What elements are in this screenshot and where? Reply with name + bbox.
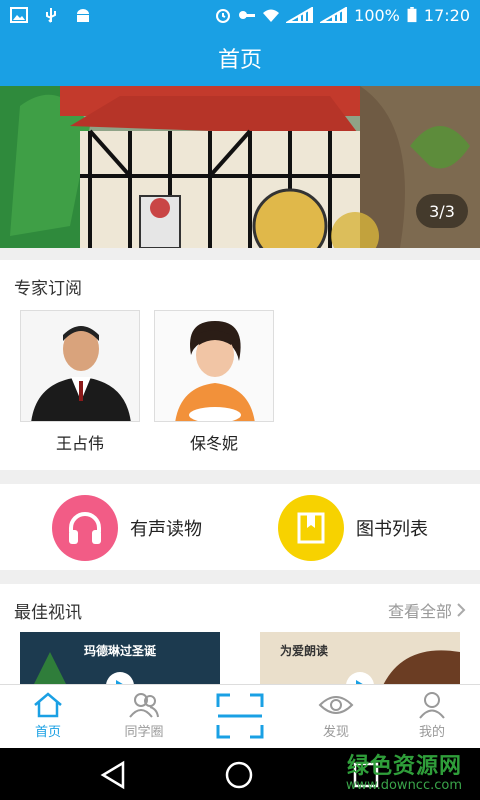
bottom-nav: 首页 同学圈 发现 我的 [0, 684, 480, 748]
expert-section: 专家订阅 王占伟 保冬妮 [0, 260, 480, 470]
signal-icon [320, 7, 348, 23]
usb-icon [46, 8, 56, 23]
video-thumbnail[interactable]: 为爱朗读 [260, 632, 460, 684]
scan-icon [216, 693, 264, 739]
page-title: 首页 [217, 48, 262, 73]
nav-home[interactable]: 首页 [0, 685, 96, 749]
wifi-icon [263, 9, 280, 22]
book-list-entry[interactable]: 图书列表 [278, 495, 428, 561]
view-all-link[interactable]: 查看全部 [388, 598, 466, 622]
banner-carousel[interactable]: 3/3 [0, 86, 480, 248]
title-bar: 首页 [0, 30, 480, 86]
back-icon[interactable] [98, 760, 128, 790]
home-icon [34, 692, 62, 718]
watermark-title: 绿色资源网 [346, 754, 462, 779]
video-thumbnail[interactable]: 玛德琳过圣诞 [20, 632, 220, 684]
battery-icon [407, 7, 417, 23]
expert-section-title: 专家订阅 [14, 279, 82, 299]
nav-classmates[interactable]: 同学圈 [96, 685, 192, 749]
signal-icon [286, 7, 314, 23]
expert-card[interactable]: 保冬妮 [154, 310, 274, 454]
expert-card[interactable]: 王占伟 [20, 310, 140, 454]
headphones-icon [52, 495, 118, 561]
nav-discover[interactable]: 发现 [288, 685, 384, 749]
nav-mine-label: 我的 [418, 725, 445, 740]
book-icon [278, 495, 344, 561]
news-section-title: 最佳视讯 [14, 603, 82, 623]
alarm-icon [216, 9, 231, 23]
audio-books-label: 有声读物 [130, 519, 202, 540]
news-section: 最佳视讯 查看全部 玛德琳过圣诞 为爱朗读 [0, 584, 480, 684]
nav-scan[interactable] [192, 685, 288, 749]
android-icon [77, 9, 89, 22]
status-bar: 100% 17:20 [0, 0, 480, 30]
book-list-label: 图书列表 [356, 519, 428, 540]
system-nav-bar: 绿色资源网 www.downcc.com [0, 748, 480, 800]
battery-text: 100% [354, 5, 400, 25]
user-icon [419, 692, 445, 719]
eye-icon [318, 696, 354, 714]
expert-avatar [20, 310, 140, 422]
carousel-pager: 3/3 [416, 194, 468, 228]
gallery-icon [10, 7, 28, 23]
app-screen: 100% 17:20 首页 3/3 专家订阅 王占伟 保冬妮 有声读物 图书列表… [0, 0, 480, 800]
nav-home-label: 首页 [34, 725, 61, 740]
audio-books-entry[interactable]: 有声读物 [52, 495, 202, 561]
chevron-right-icon [457, 603, 466, 617]
watermark: 绿色资源网 www.downcc.com [346, 748, 462, 793]
home-circle-icon[interactable] [224, 760, 254, 790]
nav-mine[interactable]: 我的 [384, 685, 480, 749]
key-icon [239, 11, 256, 19]
clock: 17:20 [423, 5, 470, 25]
expert-name: 保冬妮 [189, 434, 238, 453]
banner-illustration [0, 86, 480, 248]
view-all-label: 查看全部 [387, 602, 452, 621]
video-title: 为爱朗读 [280, 644, 329, 658]
video-title: 玛德琳过圣诞 [83, 644, 156, 658]
category-section: 有声读物 图书列表 [0, 484, 480, 570]
watermark-url: www.downcc.com [345, 778, 462, 793]
expert-avatar [154, 310, 274, 422]
expert-name: 王占伟 [55, 434, 104, 453]
nav-discover-label: 发现 [322, 725, 349, 740]
nav-classmates-label: 同学圈 [124, 725, 164, 740]
people-icon [129, 693, 159, 718]
